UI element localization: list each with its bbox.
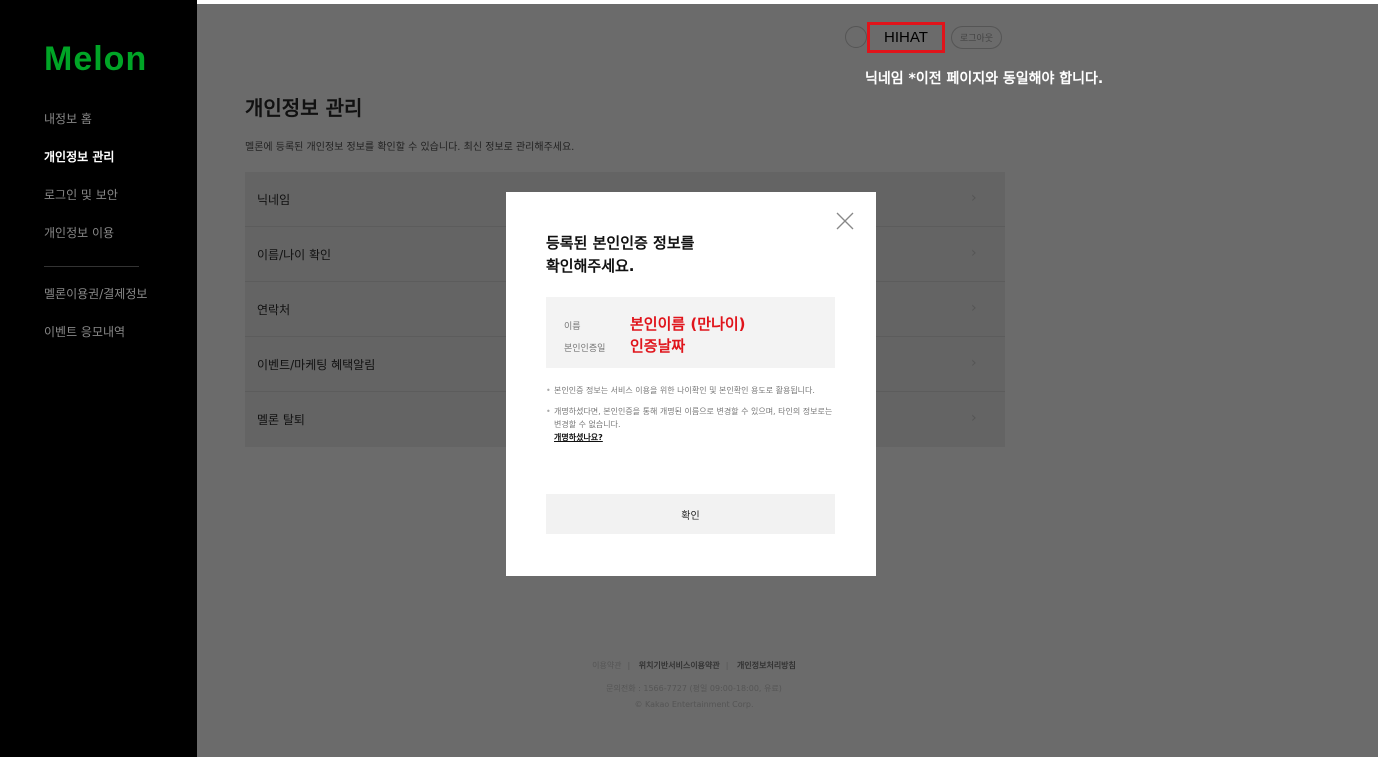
name-change-link[interactable]: 개명하셨나요? — [554, 431, 836, 444]
page-description: 멜론에 등록된 개인정보 정보를 확인할 수 있습니다. 최신 정보로 관리해주… — [245, 142, 575, 153]
logout-button[interactable]: 로그아웃 — [950, 25, 1003, 49]
footer-contact: 문의전화 : 1566-7727 (평일 09:00-18:00, 유료) — [606, 684, 782, 693]
sidebar-item-event-history[interactable]: 이벤트 응모내역 — [44, 323, 147, 361]
row-label: 닉네임 — [257, 192, 291, 207]
chevron-right-icon: › — [971, 190, 977, 206]
note-usage: 본인인증 정보는 서비스 이용을 위한 나이확인 및 본인확인 용도로 활용됩니… — [546, 384, 836, 397]
chevron-right-icon: › — [971, 355, 977, 371]
sidebar-item-my-info-home[interactable]: 내정보 홈 — [44, 110, 147, 148]
row-label: 연락처 — [257, 302, 291, 317]
name-label: 이름 — [564, 322, 581, 332]
row-label: 이름/나이 확인 — [257, 247, 332, 262]
user-header: HIHAT 로그아웃 — [845, 21, 1003, 53]
name-value: 본인이름 (만나이) — [630, 315, 746, 333]
sidebar-item-login-security[interactable]: 로그인 및 보안 — [44, 186, 147, 224]
page-title: 개인정보 관리 — [245, 96, 363, 120]
verification-date-value: 인증날짜 — [630, 337, 686, 355]
footer-link-terms[interactable]: 이용약관 — [592, 661, 621, 670]
verification-date-label: 본인인증일 — [564, 344, 606, 354]
verification-modal: 등록된 본인인증 정보를 확인해주세요. 이름 본인이름 (만나이) 본인인증일… — [506, 192, 876, 576]
sidebar-nav: 내정보 홈 개인정보 관리 로그인 및 보안 개인정보 이용 멜론이용권/결제정… — [44, 110, 147, 361]
sidebar-item-personal-info[interactable]: 개인정보 관리 — [44, 148, 147, 186]
chevron-right-icon: › — [971, 300, 977, 316]
confirm-button[interactable]: 확인 — [546, 494, 835, 534]
note-name-change-text: 개명하셨다면, 본인인증을 통해 개명된 이름으로 변경할 수 있으며, 타인의… — [554, 407, 833, 429]
footer-copyright: © Kakao Entertainment Corp. — [634, 700, 754, 709]
sidebar-item-subscription[interactable]: 멜론이용권/결제정보 — [44, 285, 147, 323]
modal-title-line1: 등록된 본인인증 정보를 — [546, 234, 695, 252]
note-name-change: 개명하셨다면, 본인인증을 통해 개명된 이름으로 변경할 수 있으며, 타인의… — [546, 405, 836, 444]
footer-link-location-terms[interactable]: 위치기반서비스이용약관 — [639, 661, 720, 670]
modal-title: 등록된 본인인증 정보를 확인해주세요. — [546, 232, 806, 278]
footer: 이용약관 | 위치기반서비스이용약관 | 개인정보처리방침 문의전화 : 1566-… — [197, 660, 1191, 715]
chevron-right-icon: › — [971, 245, 977, 261]
nickname-highlight: HIHAT — [867, 21, 945, 53]
footer-link-privacy-policy[interactable]: 개인정보처리방침 — [737, 661, 796, 670]
footer-links: 이용약관 | 위치기반서비스이용약관 | 개인정보처리방침 — [592, 661, 796, 670]
melon-logo[interactable]: Melon — [44, 40, 147, 79]
modal-title-line2: 확인해주세요. — [546, 257, 635, 275]
nickname-annotation: 닉네임 *이전 페이지와 동일해야 합니다. — [865, 71, 1104, 87]
sidebar-divider — [44, 266, 139, 267]
row-label: 멜론 탈퇴 — [257, 413, 305, 427]
row-label: 이벤트/마케팅 혜택알림 — [257, 357, 376, 372]
avatar[interactable] — [845, 26, 867, 48]
close-icon[interactable] — [834, 210, 856, 232]
modal-notes: 본인인증 정보는 서비스 이용을 위한 나이확인 및 본인확인 용도로 활용됩니… — [546, 384, 836, 452]
sidebar: Melon 내정보 홈 개인정보 관리 로그인 및 보안 개인정보 이용 멜론이… — [0, 0, 197, 757]
sidebar-item-personal-info-usage[interactable]: 개인정보 이용 — [44, 224, 147, 262]
verification-info-box: 이름 본인이름 (만나이) 본인인증일 인증날짜 — [546, 297, 835, 368]
chevron-right-icon: › — [971, 410, 977, 426]
